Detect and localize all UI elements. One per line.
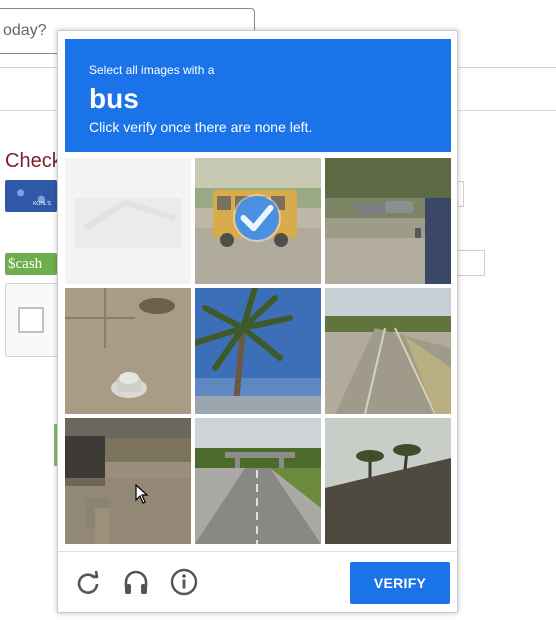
image-tile[interactable]: [65, 158, 191, 284]
headphones-icon[interactable]: [121, 567, 151, 597]
tile-image: [325, 158, 451, 284]
image-tile[interactable]: [195, 418, 321, 544]
verify-button[interactable]: VERIFY: [350, 562, 450, 604]
search-placeholder: oday?: [3, 22, 47, 39]
image-tile[interactable]: [325, 418, 451, 544]
selected-check-icon: [235, 196, 279, 240]
gift-card-image[interactable]: KOHL'S: [5, 180, 57, 212]
instruction-bottom: Click verify once there are none left.: [89, 119, 313, 135]
section-title: Check: [5, 150, 62, 172]
tile-image: [195, 418, 321, 544]
instruction-top: Select all images with a: [89, 63, 215, 77]
image-tile[interactable]: [325, 288, 451, 414]
tile-image: [325, 288, 451, 414]
tile-image: [65, 418, 191, 544]
image-tile-selected[interactable]: [195, 158, 321, 284]
recaptcha-widget: [5, 283, 65, 357]
tile-image: [65, 288, 191, 414]
recaptcha-checkbox[interactable]: [18, 307, 44, 333]
info-icon[interactable]: [169, 567, 199, 597]
challenge-header: Select all images with a bus Click verif…: [65, 39, 451, 152]
divider: [58, 551, 457, 552]
target-word: bus: [89, 83, 139, 114]
kohls-cash-image[interactable]: $cash: [5, 253, 57, 275]
image-tile[interactable]: [325, 158, 451, 284]
tile-image: [325, 418, 451, 544]
card-brand: KOHL'S: [33, 201, 51, 207]
tile-image: [195, 288, 321, 414]
image-tile[interactable]: [65, 418, 191, 544]
mouse-cursor-icon: [135, 483, 149, 509]
captcha-challenge-dialog: Select all images with a bus Click verif…: [57, 30, 458, 613]
image-grid: [65, 158, 451, 545]
tile-image: [65, 158, 191, 284]
image-tile[interactable]: [195, 288, 321, 414]
reload-icon[interactable]: [73, 567, 103, 597]
image-tile[interactable]: [65, 288, 191, 414]
